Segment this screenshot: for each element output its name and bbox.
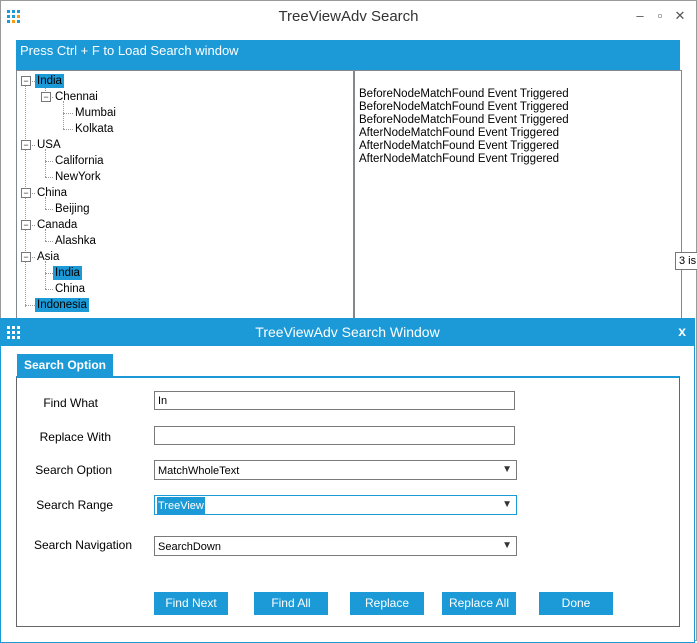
collapse-icon[interactable]: − [21, 140, 31, 150]
search-option-label: Search Option [35, 463, 112, 477]
search-range-combo[interactable]: TreeView ▼ [154, 495, 517, 515]
search-navigation-label: Search Navigation [33, 538, 132, 552]
collapse-icon[interactable]: − [21, 220, 31, 230]
dialog-title-bar: TreeViewAdv Search Window x [1, 319, 694, 346]
search-navigation-combo[interactable]: SearchDown ▼ [154, 536, 517, 556]
maximize-button[interactable]: ▫ [653, 9, 667, 23]
dialog-title: TreeViewAdv Search Window [255, 324, 440, 340]
collapse-icon[interactable]: − [21, 252, 31, 262]
chevron-down-icon[interactable]: ▼ [502, 496, 512, 514]
tree-node-chennai[interactable]: Chennai [53, 90, 100, 104]
tree-node-mumbai[interactable]: Mumbai [73, 106, 118, 120]
tree-node-asia[interactable]: Asia [35, 250, 61, 264]
search-option-value: MatchWholeText [158, 465, 240, 477]
log-line: AfterNodeMatchFound Event Triggered [359, 140, 560, 152]
tree-node-beijing[interactable]: Beijing [53, 202, 92, 216]
tooltip: 3 is [675, 252, 697, 270]
replace-with-input[interactable] [154, 426, 515, 445]
replace-with-label: Replace With [39, 430, 111, 444]
search-range-label: Search Range [36, 498, 113, 512]
tree-node-asia-india[interactable]: India [53, 266, 82, 280]
tree-node-newyork[interactable]: NewYork [53, 170, 103, 184]
collapse-icon[interactable]: − [21, 76, 31, 86]
log-line: AfterNodeMatchFound Event Triggered [359, 127, 560, 139]
dialog-close-button[interactable]: x [678, 323, 686, 339]
close-button[interactable]: ✕ [673, 9, 687, 23]
find-next-button[interactable]: Find Next [154, 592, 228, 615]
tree-node-kolkata[interactable]: Kolkata [73, 122, 115, 136]
find-what-label: Find What [43, 396, 98, 410]
tree-node-india[interactable]: India [35, 74, 64, 88]
log-line: AfterNodeMatchFound Event Triggered [359, 153, 560, 165]
event-log[interactable]: BeforeNodeMatchFound Event Triggered Bef… [354, 70, 682, 322]
chevron-down-icon[interactable]: ▼ [502, 461, 512, 479]
collapse-icon[interactable]: − [21, 188, 31, 198]
log-line: BeforeNodeMatchFound Event Triggered [359, 101, 569, 113]
replace-button[interactable]: Replace [350, 592, 424, 615]
window-title: TreeViewAdv Search [278, 8, 419, 25]
log-line: BeforeNodeMatchFound Event Triggered [359, 88, 569, 100]
info-banner: Press Ctrl + F to Load Search window [16, 40, 680, 70]
tree-node-alashka[interactable]: Alashka [53, 234, 98, 248]
find-all-button[interactable]: Find All [254, 592, 328, 615]
chevron-down-icon[interactable]: ▼ [502, 537, 512, 555]
tree-node-california[interactable]: California [53, 154, 106, 168]
minimize-button[interactable]: – [633, 9, 647, 23]
tree-node-usa[interactable]: USA [35, 138, 63, 152]
search-option-tab[interactable]: Search Option [17, 354, 113, 376]
tree-node-asia-china[interactable]: China [53, 282, 87, 296]
replace-all-button[interactable]: Replace All [442, 592, 516, 615]
search-range-value: TreeView [157, 497, 205, 515]
tree-node-canada[interactable]: Canada [35, 218, 79, 232]
search-option-combo[interactable]: MatchWholeText ▼ [154, 460, 517, 480]
search-navigation-value: SearchDown [158, 541, 221, 553]
tree-view[interactable]: − − − − − − India Chennai Mumbai Kolkata… [16, 70, 354, 322]
collapse-icon[interactable]: − [41, 92, 51, 102]
tree-node-indonesia[interactable]: Indonesia [35, 298, 89, 312]
banner-text: Press Ctrl + F to Load Search window [20, 43, 239, 58]
tree-node-china[interactable]: China [35, 186, 69, 200]
done-button[interactable]: Done [539, 592, 613, 615]
find-what-input[interactable]: In [154, 391, 515, 410]
log-line: BeforeNodeMatchFound Event Triggered [359, 114, 569, 126]
title-bar: TreeViewAdv Search – ▫ ✕ [1, 1, 696, 35]
